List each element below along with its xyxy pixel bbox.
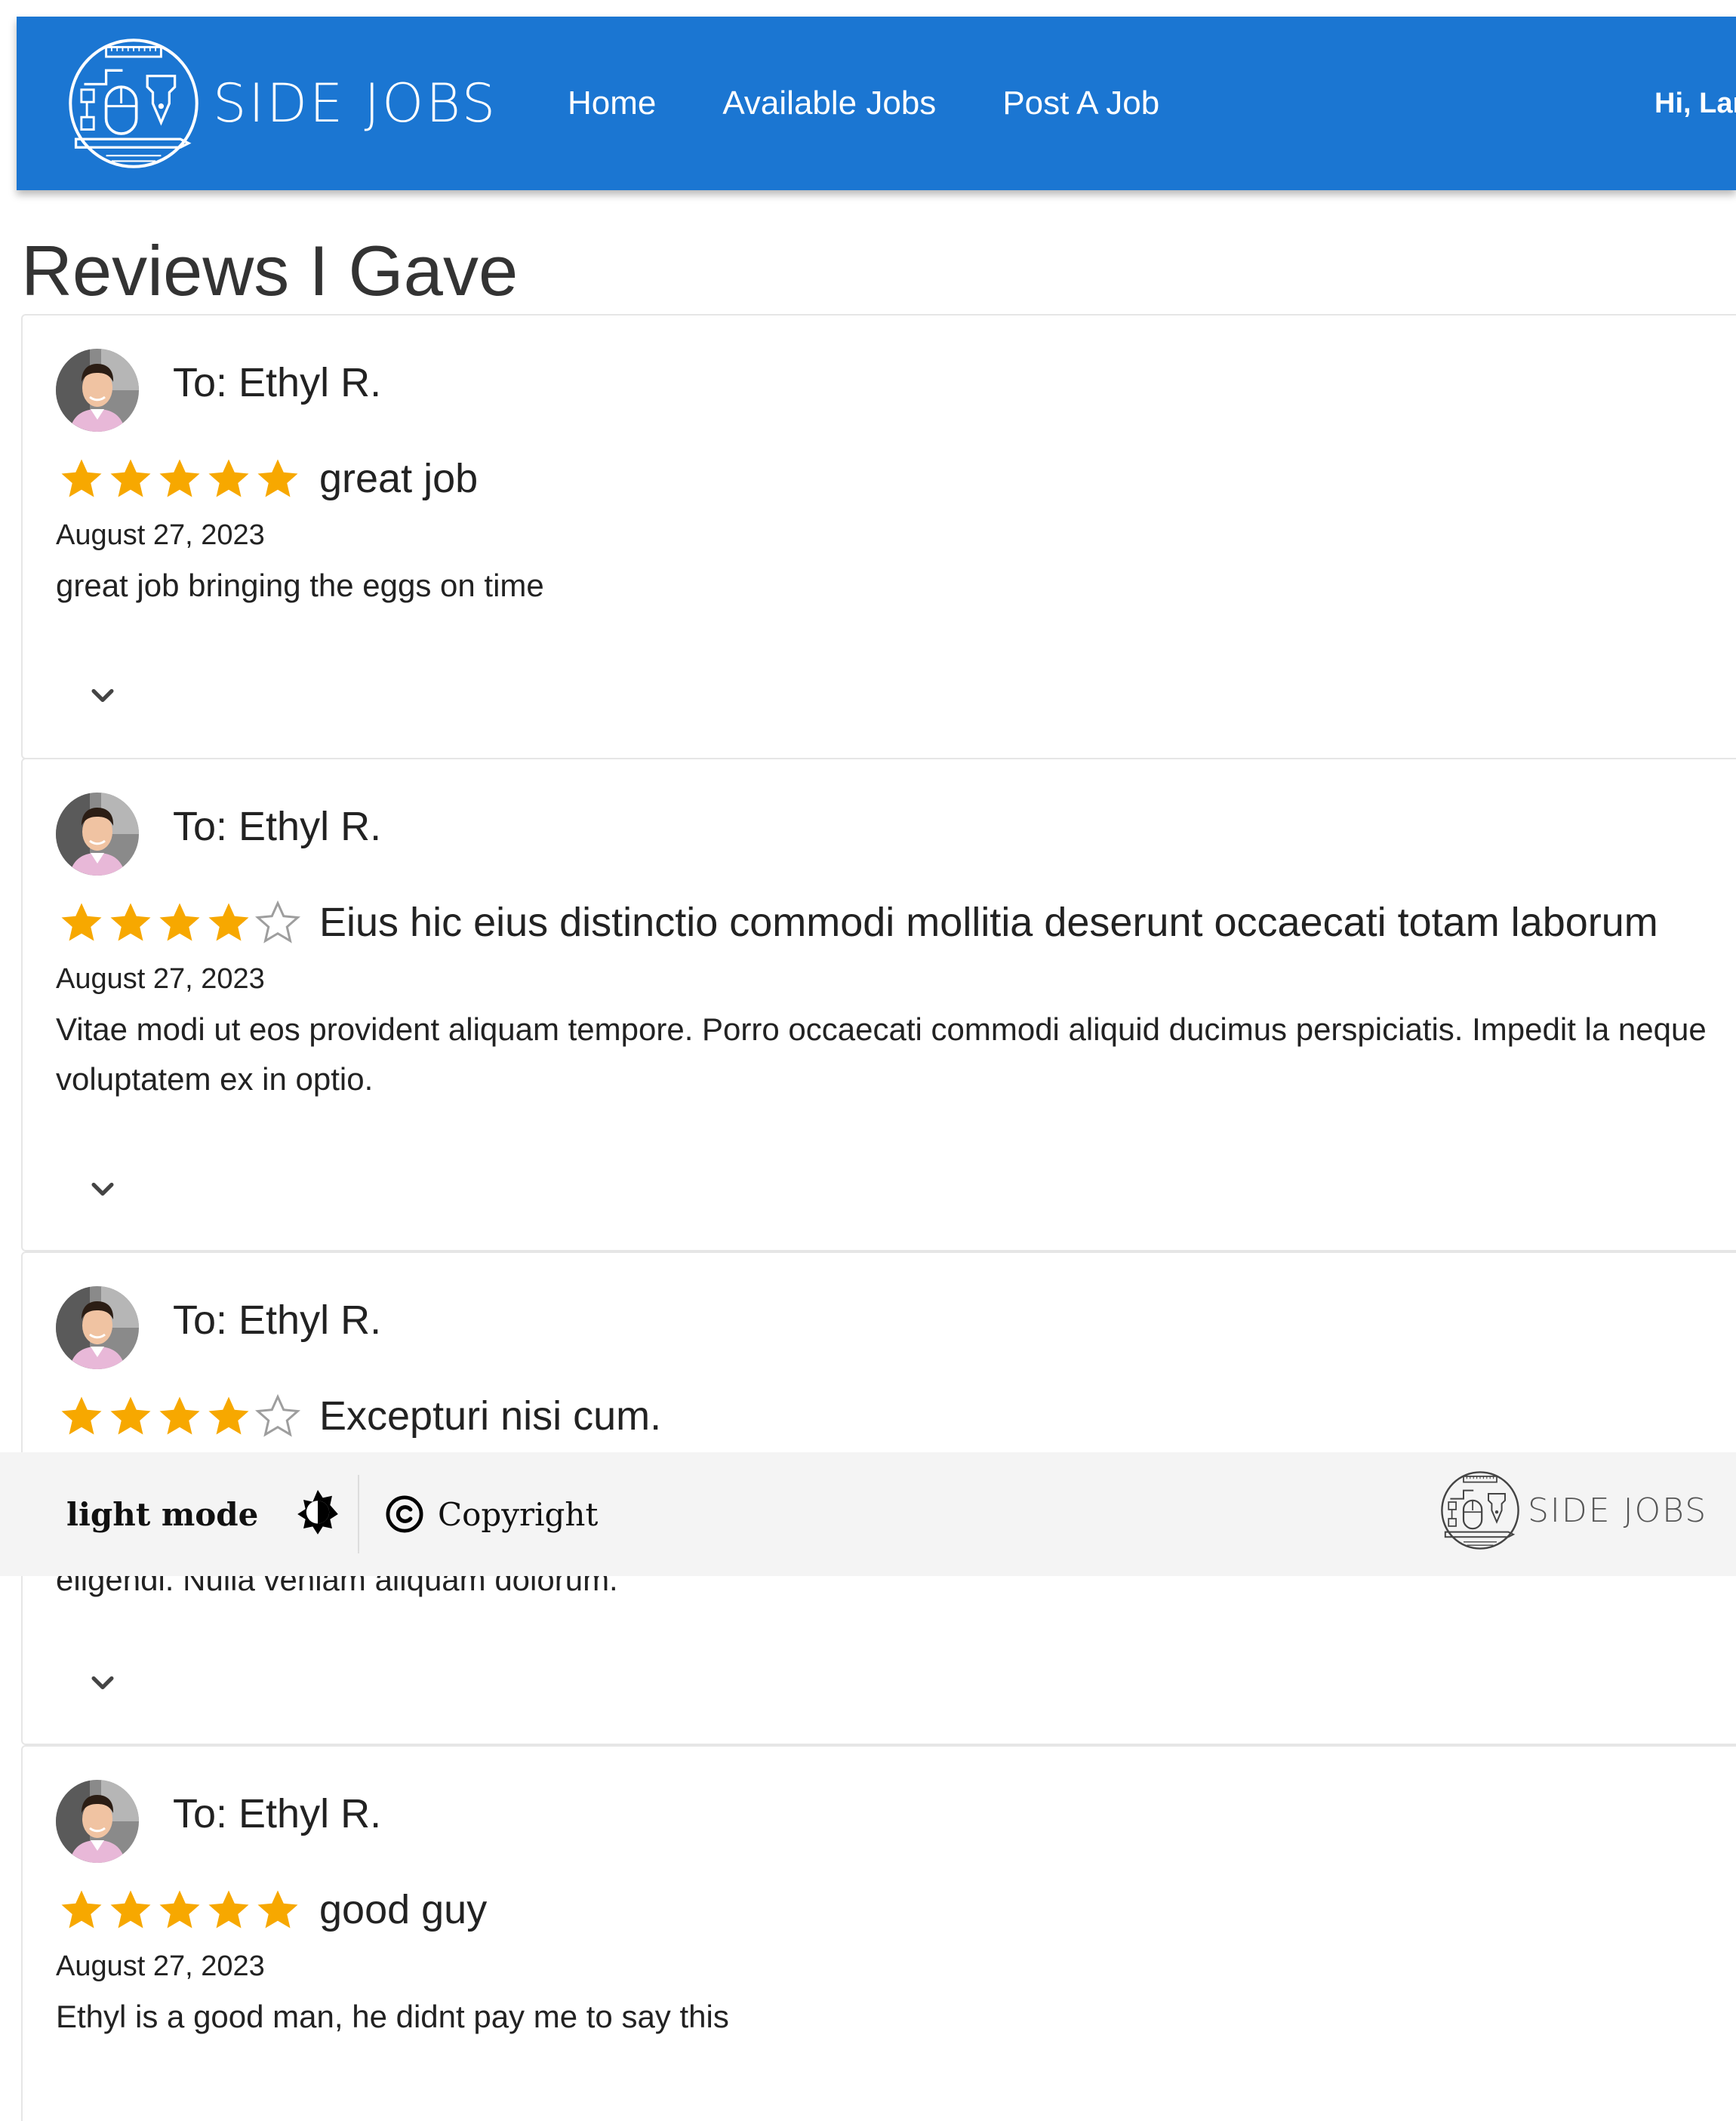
nav-link-available-jobs[interactable]: Available Jobs — [722, 85, 936, 122]
chevron-down-icon — [83, 1170, 122, 1209]
footer-bar: light mode Copyright SIDE JOBS — [0, 1452, 1736, 1576]
theme-toggle[interactable]: light mode — [66, 1452, 344, 1576]
main-nav: Home Available Jobs Post A Job — [568, 17, 1226, 190]
star-filled-icon — [59, 456, 104, 501]
star-filled-icon — [59, 1393, 104, 1439]
review-body: Ethyl is a good man, he didnt pay me to … — [56, 1999, 729, 2034]
review-title: good guy — [319, 1887, 488, 1932]
chevron-down-icon — [83, 1664, 122, 1703]
footer-brand-link[interactable]: SIDE JOBS — [1439, 1469, 1707, 1552]
rating-row: great job — [59, 455, 478, 502]
avatar — [56, 349, 139, 432]
side-jobs-logo-icon — [1439, 1469, 1522, 1552]
review-title: great job — [319, 456, 479, 501]
theme-toggle-label: light mode — [66, 1495, 259, 1533]
review-card: To: Ethyl R. good guy August 27, 2023 Et… — [21, 1745, 1736, 2121]
review-title: Excepturi nisi cum. — [319, 1393, 662, 1439]
star-empty-icon — [255, 1393, 300, 1439]
star-filled-icon — [108, 1887, 153, 1932]
brand-home-link[interactable]: SIDE JOBS — [65, 35, 497, 172]
copyright-text: Copyright — [438, 1495, 599, 1533]
star-rating — [59, 1887, 304, 1932]
rating-row: Eius hic eius distinctio commodi molliti… — [59, 899, 1658, 946]
star-filled-icon — [206, 1393, 251, 1439]
star-filled-icon — [157, 1887, 202, 1932]
star-filled-icon — [206, 456, 251, 501]
star-filled-icon — [108, 1393, 153, 1439]
review-recipient: To: Ethyl R. — [173, 360, 382, 405]
star-rating — [59, 900, 304, 945]
top-navbar: SIDE JOBS Home Available Jobs Post A Job… — [17, 17, 1736, 190]
review-date: August 27, 2023 — [56, 1950, 265, 1982]
review-card: To: Ethyl R. great job August 27, 2023 g… — [21, 314, 1736, 759]
copyright-icon — [386, 1495, 423, 1533]
avatar — [56, 1286, 139, 1369]
copyright-notice: Copyright — [385, 1452, 598, 1576]
review-recipient: To: Ethyl R. — [173, 1298, 382, 1343]
star-filled-icon — [157, 1393, 202, 1439]
star-rating — [59, 456, 304, 501]
review-date: August 27, 2023 — [56, 519, 265, 551]
star-filled-icon — [108, 456, 153, 501]
star-filled-icon — [255, 456, 300, 501]
page-title: Reviews I Gave — [21, 231, 519, 310]
star-filled-icon — [59, 900, 104, 945]
expand-review-button[interactable] — [83, 676, 122, 716]
review-recipient: To: Ethyl R. — [173, 1791, 382, 1836]
review-card: To: Ethyl R. Eius hic eius distinctio co… — [21, 758, 1736, 1251]
star-empty-icon — [255, 900, 300, 945]
review-title: Eius hic eius distinctio commodi molliti… — [319, 900, 1658, 945]
star-filled-icon — [157, 456, 202, 501]
star-filled-icon — [206, 900, 251, 945]
star-filled-icon — [59, 1887, 104, 1932]
review-body: Vitae modi ut eos provident aliquam temp… — [56, 1011, 1707, 1097]
star-filled-icon — [206, 1887, 251, 1932]
star-filled-icon — [255, 1887, 300, 1932]
nav-link-post-a-job[interactable]: Post A Job — [1002, 85, 1159, 122]
nav-link-home[interactable]: Home — [568, 85, 656, 122]
review-date: August 27, 2023 — [56, 963, 265, 995]
rating-row: Excepturi nisi cum. — [59, 1393, 661, 1439]
footer-brand-name: SIDE JOBS — [1528, 1491, 1708, 1530]
avatar — [56, 1780, 139, 1863]
chevron-down-icon — [83, 676, 122, 716]
user-greeting-menu[interactable]: Hi, Larr — [1654, 17, 1736, 190]
footer-divider — [358, 1475, 359, 1553]
star-filled-icon — [108, 900, 153, 945]
expand-review-button[interactable] — [83, 1664, 122, 1703]
review-recipient: To: Ethyl R. — [173, 804, 382, 849]
contrast-sun-icon — [297, 1489, 339, 1535]
expand-review-button[interactable] — [83, 1170, 122, 1209]
avatar — [56, 793, 139, 876]
star-rating — [59, 1393, 304, 1439]
star-filled-icon — [157, 900, 202, 945]
rating-row: good guy — [59, 1886, 487, 1933]
side-jobs-logo-icon — [65, 35, 202, 172]
brand-name: SIDE JOBS — [213, 72, 498, 134]
review-body: great job bringing the eggs on time — [56, 568, 544, 603]
